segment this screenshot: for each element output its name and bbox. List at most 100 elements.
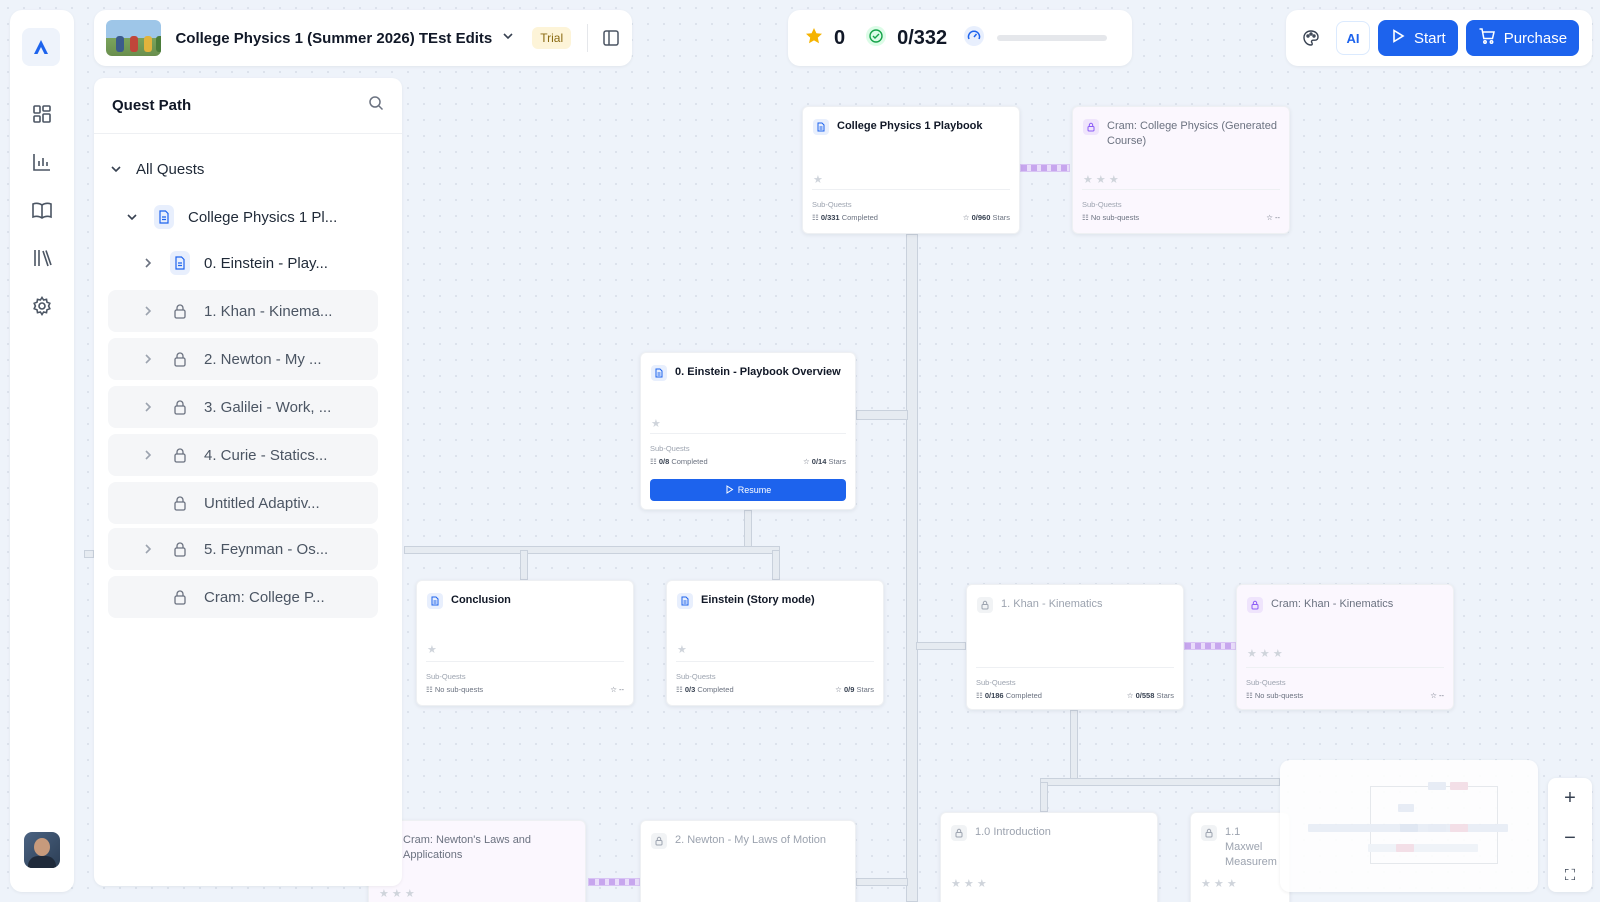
sidebar-toggle-icon[interactable] — [602, 29, 620, 47]
no-subquests: ☷ No sub-quests — [426, 685, 484, 694]
card-footer: Sub-Quests ☷ 0/186 Completed ☆ 0/558 Star… — [976, 667, 1174, 700]
quest-item-label: Untitled Adaptiv... — [204, 494, 320, 512]
stats-bar: 0 0/332 — [788, 10, 1132, 66]
quest-item-label: 1. Khan - Kinema... — [204, 302, 333, 320]
quest-item-playbook[interactable]: College Physics 1 Pl... — [108, 196, 378, 238]
course-title[interactable]: College Physics 1 (Summer 2026) TEst Edi… — [175, 30, 492, 47]
connector-einstein-branch — [404, 546, 780, 554]
zoom-controls: + − ⛶ — [1548, 778, 1592, 892]
lock-icon — [170, 447, 190, 463]
palette-icon[interactable] — [1294, 21, 1328, 55]
quest-item-feynman[interactable]: 5. Feynman - Os... — [108, 528, 378, 570]
quest-card-conclusion[interactable]: Conclusion ★ Sub-Quests ☷ No sub-quests ☆… — [416, 580, 634, 706]
completed-stat: ☷ 0/186 Completed — [976, 691, 1042, 700]
lock-icon — [1247, 597, 1263, 613]
chevron-right-icon — [140, 353, 156, 365]
quest-item-cram[interactable]: Cram: College P... — [108, 576, 378, 618]
all-quests-toggle[interactable]: All Quests — [108, 148, 378, 190]
ai-button[interactable]: AI — [1336, 21, 1370, 55]
star-rating: ★ ★ ★ — [1083, 174, 1119, 186]
connector-khan-down — [1070, 710, 1078, 782]
document-icon — [677, 593, 693, 609]
quest-card-khan[interactable]: 1. Khan - Kinematics Sub-Quests ☷ 0/186 … — [966, 584, 1184, 710]
minimap[interactable] — [1280, 760, 1538, 892]
connector-cram-link — [1020, 164, 1070, 172]
quest-item-einstein[interactable]: 0. Einstein - Play... — [108, 242, 378, 284]
card-title: Cram: Newton's Laws and Applications — [403, 834, 532, 861]
resume-button[interactable]: Resume — [650, 479, 846, 501]
purchase-button[interactable]: Purchase — [1465, 20, 1580, 56]
card-footer: Sub-Quests ☷ 0/3 Completed ☆ 0/9 Stars — [676, 661, 874, 694]
quest-card-maxwell[interactable]: 1.1 Maxwel Measurem ★ ★ ★ — [1190, 812, 1290, 902]
quest-card-playbook[interactable]: College Physics 1 Playbook ★ Sub-Quests … — [802, 106, 1020, 234]
lock-icon — [1083, 119, 1099, 135]
chevron-right-icon — [140, 449, 156, 461]
quest-card-einstein-story[interactable]: Einstein (Story mode) ★ Sub-Quests ☷ 0/3… — [666, 580, 884, 706]
book-icon[interactable] — [30, 198, 54, 222]
quest-path-title: Quest Path — [112, 97, 192, 114]
sub-quests-label: Sub-Quests — [812, 200, 852, 209]
no-subquests: ☷ No sub-quests — [1246, 691, 1304, 700]
quest-item-label: 4. Curie - Statics... — [204, 446, 328, 464]
lock-icon — [1201, 825, 1217, 841]
zoom-out-button[interactable]: − — [1564, 827, 1576, 850]
completed-stat: ☷ 0/3 Completed — [676, 685, 734, 694]
quest-item-curie[interactable]: 4. Curie - Statics... — [108, 434, 378, 476]
library-icon[interactable] — [30, 246, 54, 270]
connector-khan — [916, 642, 966, 650]
dashboard-icon[interactable] — [30, 102, 54, 126]
lock-icon — [170, 589, 190, 605]
course-thumbnail[interactable] — [106, 20, 162, 56]
star-rating: ★ ★ ★ — [951, 878, 987, 890]
quest-item-label: College Physics 1 Pl... — [188, 208, 338, 226]
quest-card-cram-khan[interactable]: Cram: Khan - Kinematics ★ ★ ★ Sub-Quests… — [1236, 584, 1454, 710]
resume-label: Resume — [737, 485, 772, 495]
quest-item-galilei[interactable]: 3. Galilei - Work, ... — [108, 386, 378, 428]
quest-card-cram-course[interactable]: Cram: College Physics (Generated Course)… — [1072, 106, 1290, 234]
settings-gear-icon[interactable] — [30, 294, 54, 318]
sub-quests-label: Sub-Quests — [676, 672, 716, 681]
completed-stat: ☷ 0/331 Completed — [812, 213, 878, 222]
card-footer: Sub-Quests ☷ No sub-quests ☆ -- — [1082, 189, 1280, 222]
quest-item-newton[interactable]: 2. Newton - My ... — [108, 338, 378, 380]
chevron-right-icon — [140, 257, 156, 269]
play-icon — [725, 484, 734, 496]
chevron-right-icon — [140, 543, 156, 555]
connector-cram-newton — [588, 878, 640, 886]
ai-label: AI — [1346, 30, 1360, 46]
lock-icon — [170, 495, 190, 511]
chevron-down-icon[interactable] — [502, 29, 514, 47]
app-logo-icon[interactable] — [22, 28, 60, 66]
quest-card-einstein-overview[interactable]: 0. Einstein - Playbook Overview ★ Sub-Qu… — [640, 352, 856, 510]
quest-card-newton[interactable]: 2. Newton - My Laws of Motion — [640, 820, 856, 902]
no-subquests: ☷ No sub-quests — [1082, 213, 1140, 222]
chevron-down-icon — [108, 163, 124, 175]
zoom-in-button[interactable]: + — [1564, 787, 1576, 810]
purchase-label: Purchase — [1503, 29, 1568, 47]
gauge-icon — [963, 25, 985, 52]
quest-item-untitled[interactable]: Untitled Adaptiv... — [108, 482, 378, 524]
lock-icon — [651, 833, 667, 849]
sub-quests-label: Sub-Quests — [1246, 678, 1286, 687]
check-circle-icon — [865, 25, 887, 52]
course-header: College Physics 1 (Summer 2026) TEst Edi… — [94, 10, 632, 66]
top-actions: AI Start Purchase — [1286, 10, 1592, 66]
card-title: 2. Newton - My Laws of Motion — [675, 834, 827, 846]
chevron-down-icon — [124, 211, 140, 223]
quest-item-label: 5. Feynman - Os... — [204, 540, 329, 558]
stars-stat: ☆ 0/9 Stars — [835, 685, 874, 694]
start-button[interactable]: Start — [1378, 20, 1458, 56]
play-icon — [1390, 28, 1406, 48]
quest-card-intro[interactable]: 1.0 Introduction ★ ★ ★ — [940, 812, 1158, 902]
user-avatar[interactable] — [24, 832, 60, 868]
card-title: College Physics 1 Playbook — [837, 120, 983, 132]
card-title: 1.1 Maxwel Measurem — [1225, 826, 1277, 868]
analytics-icon[interactable] — [30, 150, 54, 174]
fit-view-button[interactable]: ⛶ — [1565, 867, 1576, 884]
lock-icon — [170, 399, 190, 415]
document-icon — [170, 251, 190, 275]
connector-khan-branch — [1040, 778, 1280, 786]
search-icon[interactable] — [368, 95, 384, 116]
card-title: Conclusion — [451, 594, 511, 606]
quest-item-khan[interactable]: 1. Khan - Kinema... — [108, 290, 378, 332]
